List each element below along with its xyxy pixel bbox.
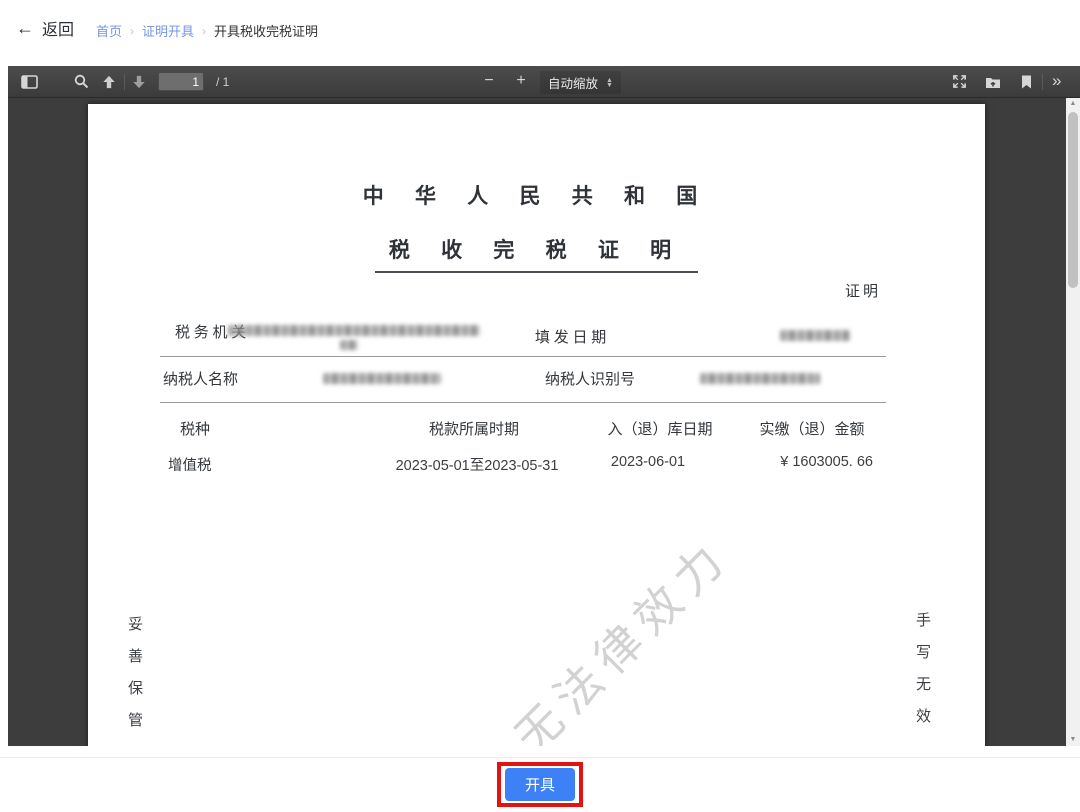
col-header-period: 税款所属时期 <box>429 418 519 439</box>
fill-date-value-redacted <box>780 330 850 341</box>
bookmark-icon[interactable] <box>1013 70 1039 94</box>
page: ← 返回 首页 › 证明开具 › 开具税收完税证明 <box>0 0 1080 812</box>
top-header: ← 返回 首页 › 证明开具 › 开具税收完税证明 <box>0 0 1080 66</box>
cell-amount: ¥ 1603005. 66 <box>780 454 873 470</box>
col-header-tax-type: 税种 <box>180 418 210 439</box>
breadcrumb-separator: › <box>130 24 134 38</box>
more-tools-icon[interactable]: » <box>1046 71 1067 91</box>
horizontal-rule <box>160 356 886 357</box>
breadcrumb: 首页 › 证明开具 › 开具税收完税证明 <box>96 21 318 40</box>
open-file-icon[interactable] <box>980 70 1006 94</box>
search-icon[interactable] <box>68 70 94 94</box>
back-button[interactable]: ← 返回 <box>16 16 74 40</box>
certificate-title: 中 华 人 民 共 和 国 税 收 完 税 证 明 <box>88 180 985 273</box>
footer-divider <box>0 757 1080 758</box>
scroll-up-icon[interactable]: ▲ <box>1066 98 1080 110</box>
keep-safely-note: 妥善保管 <box>124 616 145 744</box>
taxpayer-name-label: 纳税人名称 <box>163 368 238 389</box>
zoom-mode-select[interactable]: 自动缩放 ▲ ▼ <box>540 71 621 94</box>
red-highlight-box: 开具 <box>497 762 583 807</box>
taxpayer-name-redacted <box>323 373 441 384</box>
zoom-out-button[interactable]: − <box>478 72 500 90</box>
taxpayer-id-label: 纳税人识别号 <box>545 368 635 389</box>
agency-value-redacted <box>228 325 480 336</box>
horizontal-rule <box>160 402 886 403</box>
page-count-label: / 1 <box>216 75 229 89</box>
scrollbar-thumb[interactable] <box>1068 112 1078 288</box>
title-certificate: 税 收 完 税 证 明 <box>375 230 698 273</box>
col-header-amount: 实缴（退）金额 <box>759 418 864 439</box>
page-number-input[interactable] <box>158 72 204 91</box>
presentation-mode-icon[interactable] <box>946 70 972 94</box>
title-country: 中 华 人 民 共 和 国 <box>88 180 985 210</box>
handwriting-invalid-note: 手写无效 <box>912 612 933 740</box>
col-header-entry-date: 入（退）库日期 <box>607 418 712 439</box>
next-page-icon[interactable] <box>126 70 152 94</box>
pdf-toolbar: / 1 − + 自动缩放 ▲ ▼ <box>8 66 1080 98</box>
vertical-scrollbar[interactable]: ▲ ▼ <box>1066 98 1080 746</box>
toolbar-divider <box>1042 74 1043 90</box>
breadcrumb-separator: › <box>202 24 206 38</box>
pdf-viewer: / 1 − + 自动缩放 ▲ ▼ <box>8 66 1080 746</box>
breadcrumb-cert-issue[interactable]: 证明开具 <box>142 21 194 40</box>
previous-page-icon[interactable] <box>96 70 122 94</box>
breadcrumb-home[interactable]: 首页 <box>96 21 122 40</box>
cell-period: 2023-05-01至2023-05-31 <box>396 454 559 475</box>
pdf-canvas-area: 中 华 人 民 共 和 国 税 收 完 税 证 明 证明 税 务 机 关 填 发… <box>8 98 1080 746</box>
watermark-text: 无法律效力 <box>498 522 743 746</box>
doc-type-label: 证明 <box>845 280 881 301</box>
cell-entry-date: 2023-06-01 <box>611 454 685 470</box>
zoom-mode-label: 自动缩放 <box>548 73 598 92</box>
sidebar-toggle-icon[interactable] <box>16 70 42 94</box>
issue-button[interactable]: 开具 <box>505 768 575 801</box>
tax-certificate-page: 中 华 人 民 共 和 国 税 收 完 税 证 明 证明 税 务 机 关 填 发… <box>88 104 985 746</box>
back-arrow-icon: ← <box>16 19 34 37</box>
toolbar-divider <box>124 74 125 90</box>
zoom-in-button[interactable]: + <box>510 72 532 90</box>
scroll-down-icon[interactable]: ▼ <box>1066 734 1080 746</box>
breadcrumb-current: 开具税收完税证明 <box>214 21 318 40</box>
taxpayer-id-redacted <box>700 373 820 384</box>
fill-date-label: 填 发 日 期 <box>535 326 606 347</box>
back-label: 返回 <box>42 16 74 40</box>
agency-value-redacted-line2 <box>340 340 358 350</box>
cell-tax-type: 增值税 <box>168 454 212 475</box>
select-arrows-icon: ▲ ▼ <box>606 78 613 88</box>
